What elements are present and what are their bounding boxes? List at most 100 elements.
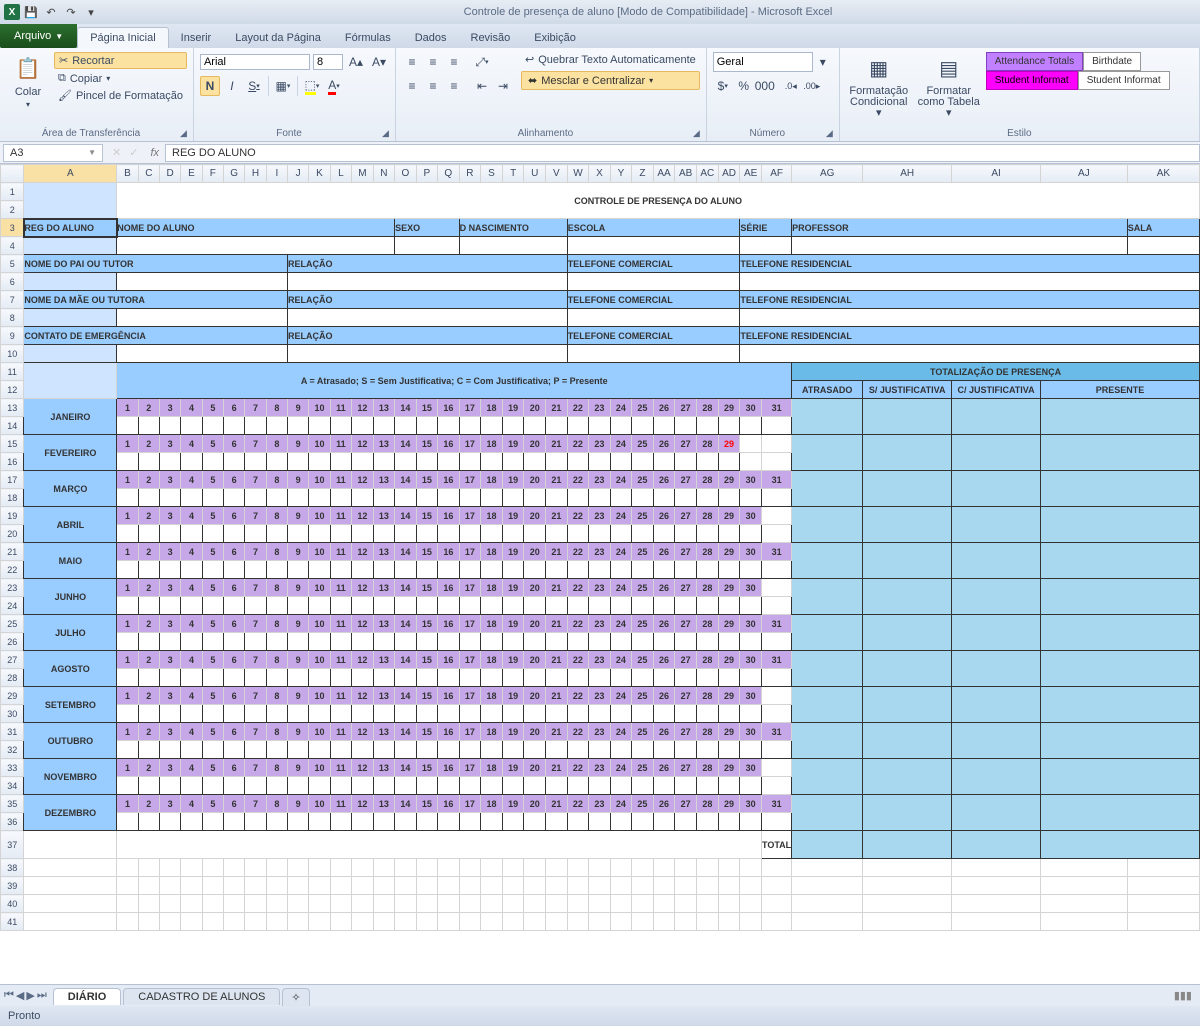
row-header[interactable]: 41 <box>1 913 24 931</box>
cell[interactable] <box>138 417 159 435</box>
cell[interactable] <box>524 813 546 831</box>
cell[interactable]: 27 <box>675 687 697 705</box>
cell[interactable] <box>416 705 437 723</box>
cell[interactable] <box>287 417 308 435</box>
cell[interactable]: 8 <box>266 543 287 561</box>
col-header[interactable]: A <box>24 165 117 183</box>
cell[interactable]: 22 <box>567 651 589 669</box>
cell[interactable] <box>792 877 863 895</box>
cell[interactable]: 17 <box>459 471 481 489</box>
cell[interactable] <box>438 895 459 913</box>
cell[interactable] <box>330 859 351 877</box>
cell[interactable]: 27 <box>675 543 697 561</box>
cell[interactable] <box>330 417 351 435</box>
cell[interactable] <box>1041 615 1200 651</box>
qa-customize-icon[interactable]: ▾ <box>82 3 100 21</box>
row-header[interactable]: 1 <box>1 183 24 201</box>
cell[interactable]: 30 <box>740 723 762 741</box>
cell[interactable] <box>524 561 546 579</box>
cell[interactable]: 26 <box>653 399 675 417</box>
cell[interactable] <box>223 453 244 471</box>
cell[interactable]: 18 <box>481 399 503 417</box>
cell[interactable]: 19 <box>502 687 524 705</box>
cell[interactable] <box>181 633 202 651</box>
decrease-font-button[interactable]: A▾ <box>369 52 389 72</box>
cell[interactable]: 3 <box>159 723 180 741</box>
cell[interactable] <box>373 633 394 651</box>
accounting-format-button[interactable]: $▾ <box>713 76 733 96</box>
cell[interactable] <box>330 561 351 579</box>
cell[interactable] <box>266 741 287 759</box>
cancel-formula-icon[interactable]: ✕ <box>112 146 121 159</box>
cell[interactable]: 23 <box>589 579 611 597</box>
italic-button[interactable]: I <box>222 76 242 96</box>
cell[interactable] <box>697 417 719 435</box>
cell[interactable] <box>309 453 330 471</box>
cell[interactable]: 3 <box>159 759 180 777</box>
cell[interactable]: 25 <box>632 615 654 633</box>
cell[interactable] <box>762 859 792 877</box>
cell[interactable]: DEZEMBRO <box>24 795 117 831</box>
tab-file[interactable]: Arquivo▼ <box>0 24 77 48</box>
row-header[interactable]: 4 <box>1 237 24 255</box>
cell[interactable]: 8 <box>266 399 287 417</box>
cell[interactable]: 6 <box>223 579 244 597</box>
cell[interactable] <box>352 913 373 931</box>
cell[interactable] <box>395 561 416 579</box>
cell[interactable]: 20 <box>524 687 546 705</box>
cell[interactable]: 7 <box>245 723 266 741</box>
cell[interactable]: 22 <box>567 399 589 417</box>
cell[interactable] <box>632 859 654 877</box>
cell[interactable]: 18 <box>481 435 503 453</box>
col-header[interactable]: X <box>589 165 611 183</box>
cell[interactable] <box>546 705 568 723</box>
cell[interactable]: 1 <box>117 795 138 813</box>
cell[interactable] <box>610 877 632 895</box>
cell[interactable]: 13 <box>373 795 394 813</box>
cell[interactable] <box>740 309 1200 327</box>
align-top-button[interactable]: ≡ <box>402 52 422 72</box>
cell[interactable] <box>181 705 202 723</box>
cell[interactable] <box>697 741 719 759</box>
cell[interactable] <box>416 741 437 759</box>
cell[interactable]: 21 <box>546 435 568 453</box>
cell[interactable]: 26 <box>653 687 675 705</box>
cell[interactable] <box>395 777 416 795</box>
cell[interactable]: 12 <box>352 723 373 741</box>
cell[interactable]: 14 <box>395 471 416 489</box>
cell[interactable]: 29 <box>718 651 740 669</box>
cell[interactable] <box>416 417 437 435</box>
underline-button[interactable]: S▾ <box>244 76 264 96</box>
cell[interactable]: 26 <box>653 579 675 597</box>
cell[interactable]: 24 <box>610 687 632 705</box>
cell[interactable] <box>138 741 159 759</box>
cell[interactable]: 25 <box>632 399 654 417</box>
cell[interactable]: 30 <box>740 687 762 705</box>
cell[interactable]: 11 <box>330 615 351 633</box>
cell[interactable]: 21 <box>546 759 568 777</box>
row-header[interactable]: 7 <box>1 291 24 309</box>
cell[interactable] <box>481 813 503 831</box>
cell[interactable]: 3 <box>159 435 180 453</box>
cell[interactable]: 19 <box>502 759 524 777</box>
cell[interactable] <box>792 651 863 687</box>
cell[interactable] <box>502 417 524 435</box>
cell[interactable]: 31 <box>762 795 792 813</box>
cell[interactable] <box>481 417 503 435</box>
cell[interactable] <box>546 895 568 913</box>
cell[interactable]: 26 <box>653 507 675 525</box>
col-header[interactable]: AE <box>740 165 762 183</box>
cell[interactable] <box>697 669 719 687</box>
cell[interactable]: 2 <box>138 435 159 453</box>
cell[interactable]: 1 <box>117 435 138 453</box>
cell[interactable]: 15 <box>416 759 437 777</box>
cell[interactable] <box>202 877 223 895</box>
cell[interactable]: 19 <box>502 615 524 633</box>
cell[interactable]: NOME DO ALUNO <box>117 219 395 237</box>
cell[interactable] <box>438 741 459 759</box>
cell[interactable] <box>740 273 1200 291</box>
cell[interactable] <box>740 633 762 651</box>
cell[interactable]: 30 <box>740 579 762 597</box>
cell[interactable] <box>589 741 611 759</box>
align-right-button[interactable]: ≡ <box>444 76 464 96</box>
